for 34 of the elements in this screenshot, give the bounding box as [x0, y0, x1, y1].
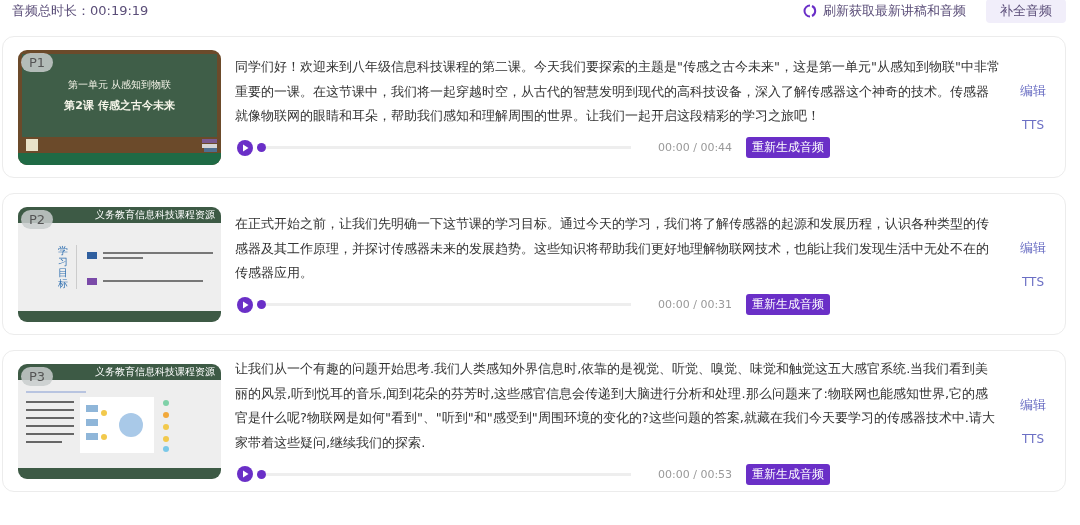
script-text: 同学们好！欢迎来到八年级信息科技课程的第二课。今天我们要探索的主题是"传感之古今未来"，这是第一单元"从感知到物联"中非常重要的一课。在这节课中，我们将一起穿越时空，从古代的智慧发明到现代的高科技设备，深入了解传感器这个神奇的技术。传感器就像物联网的眼睛和耳朵，帮助我们感知和理解周围的世界。让我们一起开启这段精彩的学习之旅吧！: [235, 58, 1001, 126]
regenerate-audio-button[interactable]: 重新生成音频: [746, 463, 831, 485]
regenerate-audio-button[interactable]: 重新生成音频: [746, 137, 831, 159]
fill-audio-button[interactable]: 补全音频: [986, 0, 1066, 23]
edit-link[interactable]: 编辑: [1020, 239, 1046, 257]
script-text: 在正式开始之前，让我们先明确一下这节课的学习目标。通过今天的学习，我们将了解传感器的起源和发展历程，认识各种类型的传感器及其工作原理，并探讨传感器未来的发展趋势。这些知识将帮助我们更好地理解物联网技术，也能让我们发现生活中无处不在的传感器应用。: [235, 215, 990, 283]
play-button[interactable]: [237, 296, 253, 313]
slide-title: 第2课 传感之古今未来: [64, 97, 175, 113]
play-icon: [237, 139, 253, 156]
slide-header-text: 义务教育信息科技课程资源: [95, 364, 215, 379]
play-button[interactable]: [237, 466, 253, 482]
audio-time: 00:00 / 00:44: [658, 141, 733, 155]
tts-link[interactable]: TTS: [1021, 118, 1045, 132]
audio-time: 00:00 / 00:53: [658, 467, 733, 481]
slide-header-text: 义务教育信息科技课程资源: [95, 207, 215, 222]
edit-link[interactable]: 编辑: [1020, 396, 1046, 414]
tts-link[interactable]: TTS: [1021, 275, 1045, 289]
progress-handle[interactable]: [257, 469, 266, 479]
slide-title: 第一单元 从感知到物联: [67, 77, 172, 92]
refresh-link[interactable]: 刷新获取最新讲稿和音频: [803, 2, 966, 20]
audio-time: 00:00 / 00:31: [658, 298, 733, 312]
script-text: 让我们从一个有趣的问题开始思考.我们人类感知外界信息时,依靠的是视觉、听觉、嗅觉、味觉和触觉这五大感官系统.当我们看到美丽的风景,听到悦耳的音乐,闻到花朵的芬芳时,这些感官信息会传递到大脑进行分析和处理.那么问题来了:物联网也能感知世界,它的感官是什么呢?物联网是如何"看到"、"听到"和"感受到"周围环境的变化的?这些问题的答案,就藏在我们今天要学习的传感器技术中.请大家带着这些疑问,继续我们的探索.: [235, 360, 996, 452]
total-duration: 音频总时长：00:19:19: [12, 2, 149, 20]
slide-side-label: 学习目标: [58, 244, 77, 289]
progress-handle[interactable]: [257, 143, 266, 153]
tts-link[interactable]: TTS: [1021, 432, 1045, 446]
edit-link[interactable]: 编辑: [1020, 82, 1046, 100]
play-icon: [237, 466, 253, 482]
play-icon: [237, 296, 253, 313]
play-button[interactable]: [237, 139, 253, 156]
refresh-icon: [803, 4, 817, 18]
progress-handle[interactable]: [257, 300, 266, 310]
page-badge: P1: [21, 52, 54, 72]
regenerate-audio-button[interactable]: 重新生成音频: [746, 294, 831, 316]
